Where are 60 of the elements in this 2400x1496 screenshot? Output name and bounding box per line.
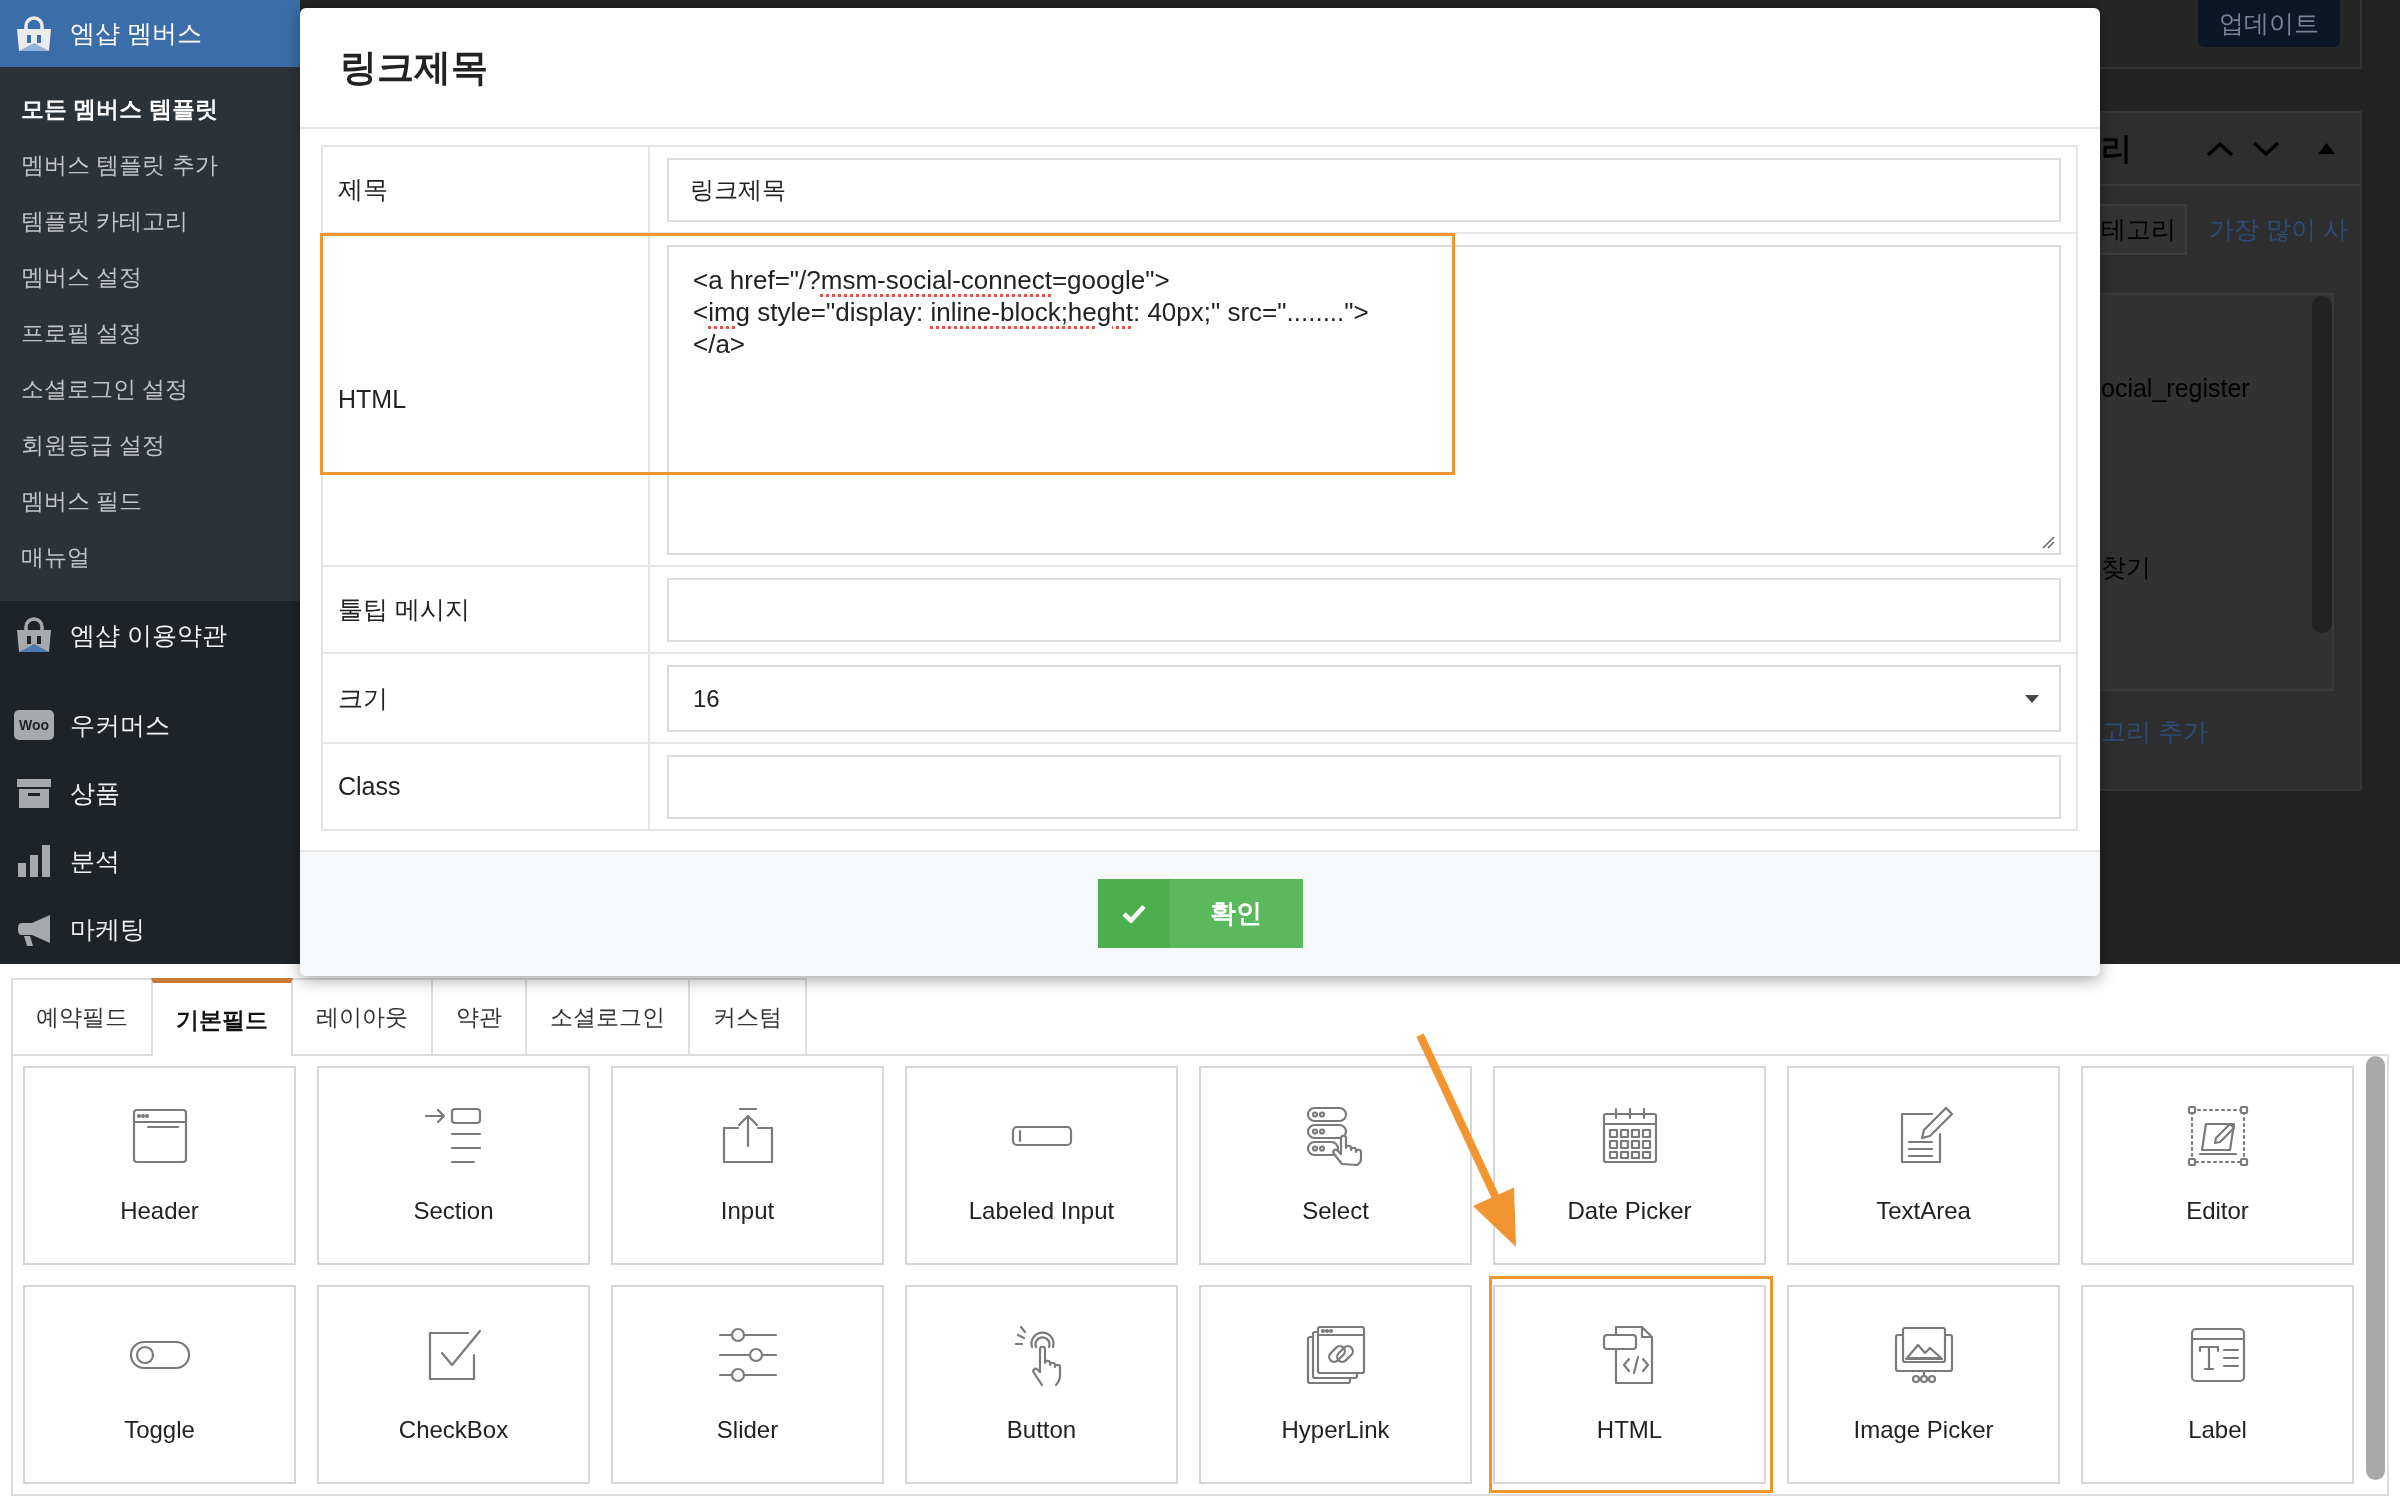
toggle-switch-icon — [127, 1339, 192, 1371]
submenu-item[interactable]: 모든 멤버스 템플릿 — [21, 92, 218, 126]
text-input[interactable] — [667, 755, 2061, 819]
submenu-item[interactable]: 멤버스 설정 — [21, 260, 143, 294]
field-tile[interactable]: Date Picker — [1493, 1066, 1766, 1265]
field-tile[interactable]: Select — [1199, 1066, 1472, 1265]
sidebar-menu-item[interactable]: 상품 — [0, 771, 134, 815]
field-tile[interactable]: Toggle — [23, 1285, 296, 1484]
palette-tab[interactable]: 예약필드 — [11, 978, 153, 1054]
field-tile[interactable]: TextArea — [1787, 1066, 2060, 1265]
field-tile[interactable]: Slider — [611, 1285, 884, 1484]
submenu-item[interactable]: 멤버스 템플릿 추가 — [21, 148, 218, 182]
text-input[interactable] — [667, 578, 2061, 642]
field-tile[interactable]: HTML — [1493, 1285, 1766, 1484]
shopping-bag-icon — [14, 615, 54, 655]
edit-frame-icon — [2185, 1104, 2250, 1168]
submenu-item[interactable]: 멤버스 필드 — [21, 484, 143, 518]
modal-title: 링크제목 — [340, 45, 488, 90]
triangle-up-icon[interactable] — [2318, 143, 2335, 154]
sidebar-menu-item[interactable]: 분석 — [0, 839, 134, 883]
sidebar-menu-item[interactable]: 엠샵 멤버스 — [0, 0, 300, 67]
submenu-item[interactable]: 회원등급 설정 — [21, 428, 166, 462]
check-icon — [1121, 904, 1146, 923]
submenu-item[interactable]: 템플릿 카테고리 — [21, 204, 189, 238]
resize-handle-icon[interactable] — [2042, 536, 2055, 549]
submenu-item[interactable]: 프로필 설정 — [21, 316, 143, 350]
field-tile[interactable]: Section — [317, 1066, 590, 1265]
palette-tab[interactable]: 커스텀 — [688, 978, 807, 1054]
submenu-item[interactable]: 소셜로그인 설정 — [21, 372, 189, 406]
field-tile[interactable]: Label — [2081, 1285, 2354, 1484]
chevron-up-icon[interactable] — [2206, 140, 2234, 157]
html-textarea[interactable]: <a href="/?msm-social-connect=google"> <img style="display: inline-block;heght: 40px;" src="........"> </a> — [667, 245, 2061, 555]
scrollbar[interactable] — [2366, 1056, 2385, 1480]
shopping-bag-icon — [14, 13, 54, 54]
field-tile[interactable]: Labeled Input — [905, 1066, 1178, 1265]
field-tile[interactable]: HyperLink — [1199, 1285, 1472, 1484]
palette-tab[interactable]: 기본필드 — [151, 978, 293, 1056]
field-tile[interactable]: Editor — [2081, 1066, 2354, 1265]
field-label: 툴팁 메시지 — [338, 594, 470, 625]
field-tile[interactable]: Header — [23, 1066, 296, 1265]
text-field-icon — [1009, 1124, 1074, 1148]
size-select[interactable]: 16 — [667, 665, 2061, 732]
sidebar-menu-item[interactable]: 마케팅 — [0, 907, 159, 951]
field-label: 크기 — [338, 682, 388, 714]
field-tile[interactable]: Image Picker — [1787, 1285, 2060, 1484]
chevron-down-icon[interactable] — [2252, 140, 2280, 157]
text-input[interactable]: 링크제목 — [667, 158, 2061, 222]
field-tile[interactable]: Button — [905, 1285, 1178, 1484]
caret-down-icon — [2025, 694, 2039, 703]
scrollbar[interactable] — [2312, 296, 2332, 633]
woo-logo: Woo — [14, 710, 54, 740]
field-label: Class — [338, 772, 401, 801]
sidebar-menu-item[interactable]: Woo 우커머스 — [0, 703, 184, 747]
update-button[interactable]: 업데이트 — [2198, 0, 2340, 47]
submenu-item[interactable]: 매뉴얼 — [21, 540, 90, 574]
field-tile[interactable]: Input — [611, 1066, 884, 1265]
sidebar-menu-item[interactable]: 엠샵 이용약관 — [0, 613, 241, 657]
field-label: 제목 — [338, 174, 388, 205]
field-label: HTML — [338, 385, 407, 414]
field-tile[interactable]: CheckBox — [317, 1285, 590, 1484]
